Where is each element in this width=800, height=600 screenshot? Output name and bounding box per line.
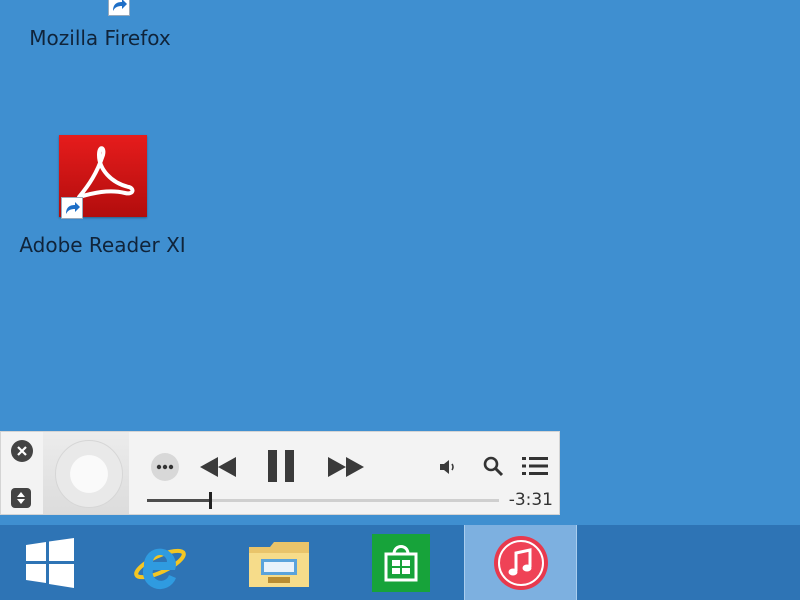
desktop-icon-adobe-reader[interactable]: Adobe Reader XI (0, 135, 205, 257)
shortcut-arrow-icon (60, 197, 83, 219)
windows-start-icon (26, 537, 74, 588)
itunes-icon (493, 535, 548, 590)
volume-button[interactable] (437, 456, 459, 478)
expand-icon (17, 492, 25, 504)
taskbar-windows-store[interactable] (362, 525, 440, 600)
file-explorer-icon (249, 541, 309, 587)
rewind-icon (200, 457, 236, 477)
album-artwork[interactable] (43, 432, 129, 514)
close-icon (17, 446, 27, 456)
progress-scrubber[interactable] (209, 492, 213, 509)
search-icon (483, 456, 504, 477)
up-next-button[interactable] (519, 454, 551, 478)
windows-store-icon (372, 533, 430, 592)
taskbar-itunes[interactable] (464, 525, 577, 600)
internet-explorer-icon (133, 548, 186, 589)
more-button[interactable] (151, 453, 179, 481)
desktop-icon-label: Mozilla Firefox (29, 26, 171, 50)
taskbar (0, 525, 800, 600)
progress-bar[interactable] (147, 492, 499, 509)
volume-icon (440, 460, 454, 474)
search-button[interactable] (481, 454, 505, 478)
pause-icon (268, 450, 294, 482)
shortcut-arrow-icon (108, 0, 130, 16)
fast-forward-button[interactable] (325, 452, 367, 482)
progress-fill (147, 499, 211, 502)
start-button[interactable] (15, 525, 85, 600)
taskbar-internet-explorer[interactable] (122, 525, 197, 600)
rewind-button[interactable] (197, 452, 239, 482)
desktop-icon-firefox[interactable]: Mozilla Firefox (10, 0, 190, 50)
itunes-mini-player: -3:31 (0, 431, 560, 515)
expand-button[interactable] (11, 488, 31, 508)
close-button[interactable] (11, 440, 33, 462)
desktop-icon-label: Adobe Reader XI (19, 233, 186, 257)
pause-button[interactable] (263, 448, 299, 484)
time-remaining: -3:31 (508, 490, 553, 510)
up-next-list-icon (522, 457, 548, 475)
music-disc-icon (55, 440, 123, 508)
fast-forward-icon (328, 457, 364, 477)
more-icon (156, 464, 174, 470)
taskbar-file-explorer[interactable] (240, 525, 318, 600)
